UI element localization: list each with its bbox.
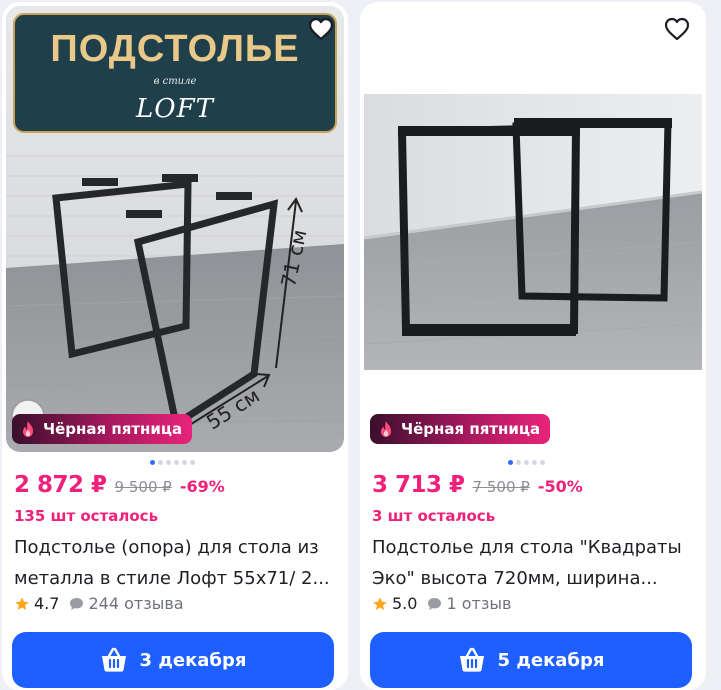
reviews[interactable]: 244 отзыва (69, 594, 184, 613)
old-price: 9 500 ₽ (114, 478, 172, 496)
favorite-button[interactable] (304, 12, 338, 46)
reviews[interactable]: 1 отзыв (427, 594, 511, 613)
star-icon (373, 596, 387, 610)
banner-style: LOFT (136, 94, 214, 124)
black-friday-badge: Чёрная пятница (370, 414, 551, 444)
image-pagination[interactable] (150, 460, 195, 465)
flame-icon (381, 421, 391, 437)
product-title[interactable]: Подстолье для стола "Квадраты Эко" высот… (372, 532, 694, 594)
price-row: 2 872 ₽ 9 500 ₽ -69% (14, 472, 225, 498)
rating-value: 4.7 (34, 594, 60, 613)
current-price: 3 713 ₽ (372, 472, 465, 498)
pagination-dot[interactable] (182, 460, 187, 465)
old-price: 7 500 ₽ (472, 478, 530, 496)
pagination-dot[interactable] (524, 460, 529, 465)
product-image[interactable] (364, 6, 702, 452)
current-price: 2 872 ₽ (14, 472, 107, 498)
rating-value: 5.0 (392, 594, 418, 613)
product-photo (364, 6, 702, 452)
chat-bubble-icon (70, 597, 84, 610)
badge-label: Чёрная пятница (43, 420, 183, 438)
price-row: 3 713 ₽ 7 500 ₽ -50% (372, 472, 583, 498)
black-friday-badge: Чёрная пятница (12, 414, 193, 444)
add-to-cart-button[interactable]: 3 декабря (12, 632, 334, 688)
delivery-date: 5 декабря (497, 649, 605, 671)
basket-icon (101, 647, 126, 672)
pagination-dot[interactable] (174, 460, 179, 465)
chat-bubble-icon (428, 597, 442, 610)
star-icon (15, 596, 29, 610)
flame-icon (23, 421, 33, 437)
heart-outline-icon (308, 17, 334, 41)
product-card[interactable]: Чёрная пятница 3 713 ₽ 7 500 ₽ -50% 3 шт… (360, 2, 706, 690)
rating-row[interactable]: 4.7 244 отзыва (14, 594, 184, 613)
rating-row[interactable]: 5.0 1 отзыв (372, 594, 511, 613)
pagination-dot[interactable] (516, 460, 521, 465)
discount-percent: -69% (179, 477, 225, 496)
banner-subtitle: в стиле (153, 76, 197, 87)
product-image[interactable]: ПОДСТОЛЬЕ в стиле LOFT 71 см 55 см (6, 6, 344, 452)
basket-icon (459, 647, 484, 672)
heart-outline-icon (664, 17, 690, 41)
add-to-cart-button[interactable]: 5 декабря (370, 632, 692, 688)
product-title[interactable]: Подстолье (опора) для стола из металла в… (14, 532, 336, 594)
pagination-dot[interactable] (166, 460, 171, 465)
pagination-dot[interactable] (158, 460, 163, 465)
stock-left: 3 шт осталось (372, 507, 496, 525)
pagination-dot[interactable] (540, 460, 545, 465)
reviews-count: 244 отзыва (88, 594, 184, 613)
pagination-dot[interactable] (508, 460, 513, 465)
pagination-dot[interactable] (532, 460, 537, 465)
delivery-date: 3 декабря (139, 649, 247, 671)
banner-title: ПОДСТОЛЬЕ (50, 28, 300, 70)
stock-left: 135 шт осталось (14, 507, 159, 525)
reviews-count: 1 отзыв (446, 594, 512, 613)
pagination-dot[interactable] (190, 460, 195, 465)
image-pagination[interactable] (508, 460, 545, 465)
favorite-button[interactable] (660, 12, 694, 46)
pagination-dot[interactable] (150, 460, 155, 465)
badge-label: Чёрная пятница (401, 420, 541, 438)
discount-percent: -50% (537, 477, 583, 496)
product-card[interactable]: ПОДСТОЛЬЕ в стиле LOFT 71 см 55 см Чёрна… (2, 2, 348, 690)
